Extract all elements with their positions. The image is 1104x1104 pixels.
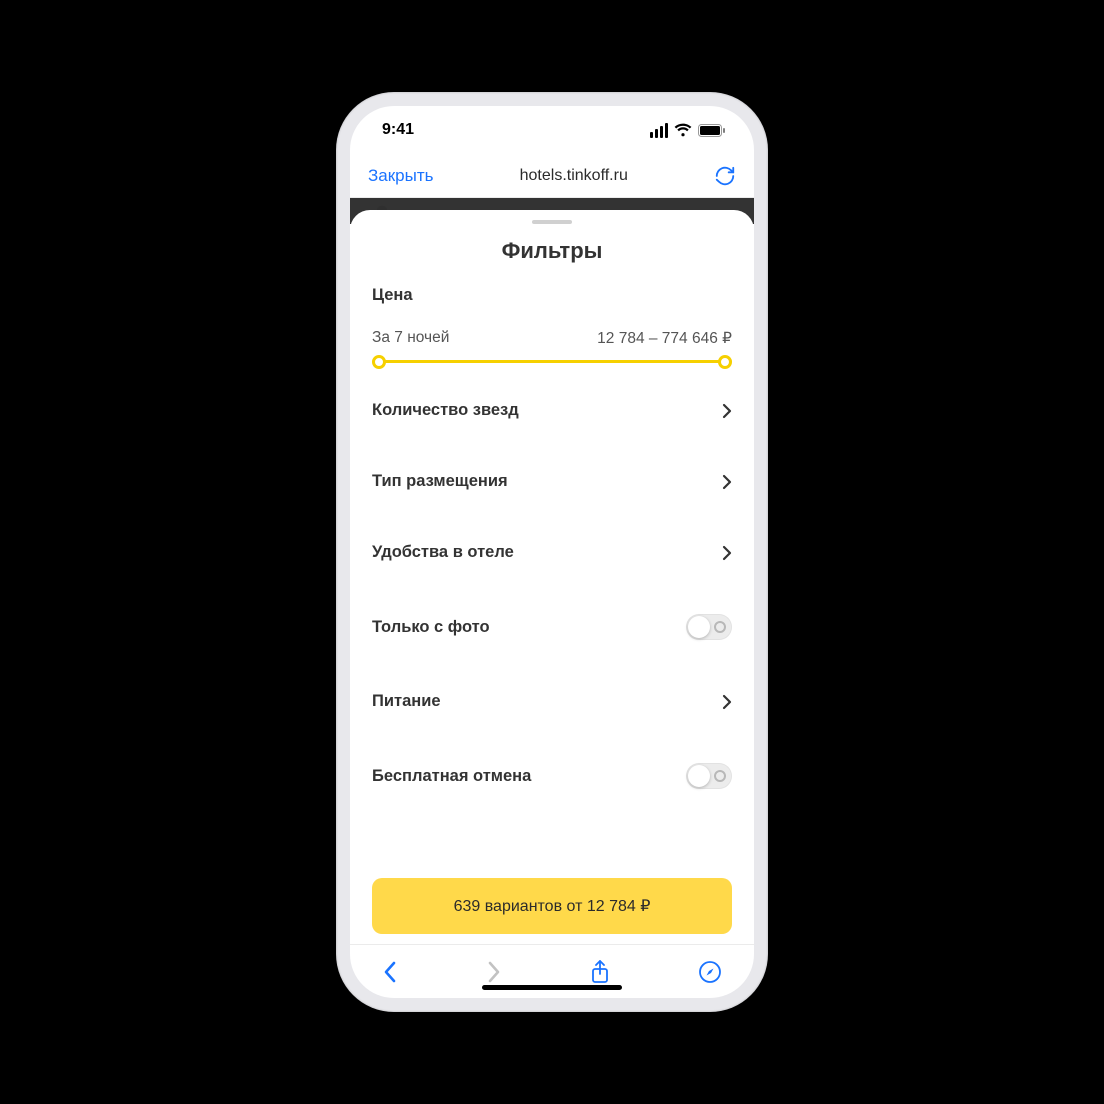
battery-icon xyxy=(698,124,726,137)
status-icons xyxy=(650,123,726,138)
phone-screen: 9:41 Закрыть hotels.tinkoff.ru xyxy=(350,106,754,998)
cta-wrap: 639 вариантов от 12 784 ₽ xyxy=(350,874,754,944)
status-time: 9:41 xyxy=(382,121,414,139)
chevron-right-icon xyxy=(722,474,732,490)
filter-label: Только с фото xyxy=(372,618,490,637)
filter-label: Количество звезд xyxy=(372,401,519,420)
wifi-icon xyxy=(674,123,692,137)
toggle-off-indicator-icon xyxy=(714,621,726,633)
filter-label: Тип размещения xyxy=(372,472,508,491)
only-photo-toggle[interactable] xyxy=(686,614,732,640)
close-button[interactable]: Закрыть xyxy=(368,166,433,186)
browser-bar: Закрыть hotels.tinkoff.ru xyxy=(350,154,754,198)
toggle-off-indicator-icon xyxy=(714,770,726,782)
price-section-label: Цена xyxy=(372,286,732,305)
filter-meals[interactable]: Питание xyxy=(372,666,732,737)
filter-only-photo: Только с фото xyxy=(372,588,732,666)
price-row: За 7 ночей 12 784 – 774 646 ₽ xyxy=(372,329,732,348)
show-results-button[interactable]: 639 вариантов от 12 784 ₽ xyxy=(372,878,732,934)
sheet-title: Фильтры xyxy=(350,238,754,264)
filter-stars[interactable]: Количество звезд xyxy=(372,375,732,446)
chevron-right-icon xyxy=(722,694,732,710)
toggle-knob xyxy=(688,765,710,787)
filter-label: Бесплатная отмена xyxy=(372,767,531,786)
price-range-label: 12 784 – 774 646 ₽ xyxy=(597,329,732,348)
nights-label: За 7 ночей xyxy=(372,329,449,348)
filter-free-cancel: Бесплатная отмена xyxy=(372,737,732,797)
filter-label: Удобства в отеле xyxy=(372,543,514,562)
filters-sheet: Фильтры Цена За 7 ночей 12 784 – 774 646… xyxy=(350,210,754,944)
safari-compass-icon[interactable] xyxy=(698,960,722,984)
phone-frame: 9:41 Закрыть hotels.tinkoff.ru xyxy=(336,92,768,1012)
home-indicator[interactable] xyxy=(482,985,622,990)
reload-button[interactable] xyxy=(714,165,736,187)
price-slider-min-handle[interactable] xyxy=(372,355,386,369)
sheet-grabber[interactable] xyxy=(532,220,572,224)
back-button[interactable] xyxy=(382,961,398,983)
toggle-knob xyxy=(688,616,710,638)
url-label[interactable]: hotels.tinkoff.ru xyxy=(445,167,702,185)
price-slider-max-handle[interactable] xyxy=(718,355,732,369)
filter-label: Питание xyxy=(372,692,441,711)
status-bar: 9:41 xyxy=(350,106,754,154)
filter-amenities[interactable]: Удобства в отеле xyxy=(372,517,732,588)
filter-accommodation[interactable]: Тип размещения xyxy=(372,446,732,517)
filters-content: Цена За 7 ночей 12 784 – 774 646 ₽ Колич… xyxy=(350,286,754,874)
free-cancel-toggle[interactable] xyxy=(686,763,732,789)
share-button[interactable] xyxy=(590,960,610,984)
cellular-signal-icon xyxy=(650,123,668,138)
forward-button[interactable] xyxy=(486,961,502,983)
price-slider[interactable] xyxy=(372,360,732,363)
chevron-right-icon xyxy=(722,403,732,419)
chevron-right-icon xyxy=(722,545,732,561)
